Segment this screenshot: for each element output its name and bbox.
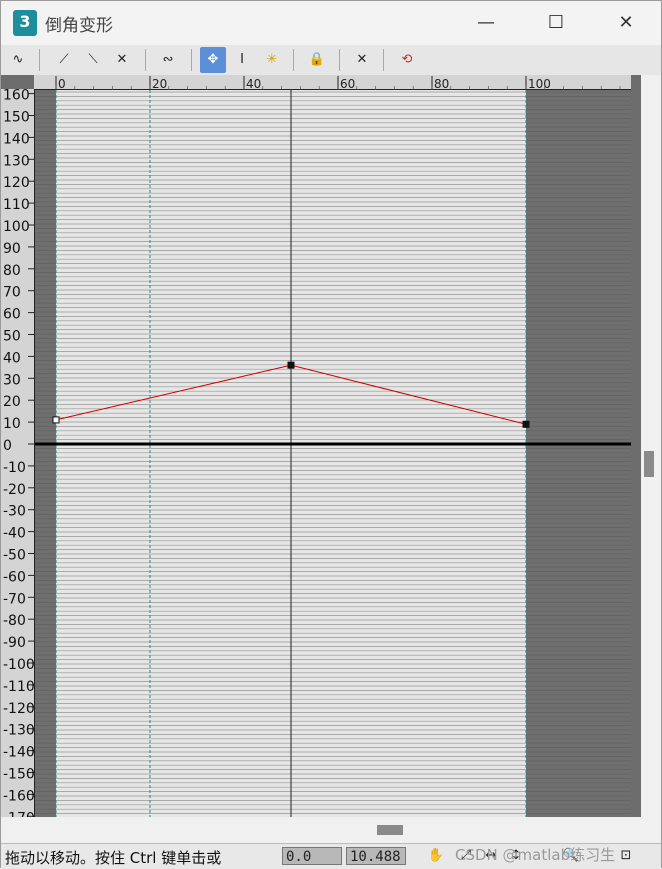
y-tick-label: 40 bbox=[3, 350, 21, 366]
y-tick-label: 80 bbox=[3, 263, 21, 279]
x-tick-label: 0 bbox=[58, 77, 66, 90]
y-tick-label: -130 bbox=[3, 723, 34, 739]
toolbar-divider bbox=[383, 49, 384, 71]
toolbar: ∿ ⟋ ⟍ ✕ ∾ ✥ I ✳ 🔒 ✕ ⟲ bbox=[1, 45, 661, 76]
x-tick-label: 80 bbox=[434, 77, 449, 90]
zoom-region-icon[interactable]: ⊡ bbox=[616, 847, 636, 865]
y-tick-label: -110 bbox=[3, 679, 34, 695]
y-tick-label: -120 bbox=[3, 701, 34, 717]
y-tick-label: 110 bbox=[3, 197, 30, 213]
y-tick-label: -20 bbox=[3, 482, 26, 498]
y-tick-label: 30 bbox=[3, 372, 21, 388]
control-point[interactable] bbox=[522, 420, 530, 428]
linear-curve-icon[interactable]: ⟋ bbox=[51, 47, 77, 73]
y-tick-label: 130 bbox=[3, 153, 30, 169]
minimize-button[interactable]: — bbox=[463, 7, 509, 39]
control-point[interactable] bbox=[52, 416, 60, 424]
y-tick-label: -90 bbox=[3, 635, 26, 651]
x-value-field[interactable]: 0.0 bbox=[282, 847, 342, 865]
y-tick-label: -70 bbox=[3, 591, 26, 607]
y-tick-label: -150 bbox=[3, 767, 34, 783]
y-tick-label: 100 bbox=[3, 219, 30, 235]
y-tick-label: -40 bbox=[3, 526, 26, 542]
vertical-scroll-thumb[interactable] bbox=[644, 451, 654, 477]
toolbar-divider bbox=[293, 49, 294, 71]
title-bar: 3 倒角变形 — ☐ ✕ bbox=[1, 1, 661, 45]
insert-corner-point-icon[interactable]: ✳ bbox=[259, 47, 285, 73]
y-tick-label: -10 bbox=[3, 460, 26, 476]
y-tick-label: 50 bbox=[3, 329, 21, 345]
toolbar-divider bbox=[39, 49, 40, 71]
y-tick-label: -100 bbox=[3, 657, 34, 673]
status-message: 拖动以移动。按住 Ctrl 键单击或 bbox=[5, 849, 222, 867]
bevel-deformation-window: 3 倒角变形 — ☐ ✕ ∿ ⟋ ⟍ ✕ ∾ ✥ I ✳ 🔒 ✕ ⟲ 0 20 40… bbox=[0, 0, 662, 869]
vertical-ruler-ticks: 1601501401301201101009080706050403020100… bbox=[3, 89, 34, 817]
toolbar-divider bbox=[145, 49, 146, 71]
decay-curve-icon[interactable]: ⟍ bbox=[80, 47, 106, 73]
curve-plot-area[interactable] bbox=[35, 90, 631, 817]
pan-icon[interactable]: ✋ bbox=[426, 847, 446, 865]
y-tick-label: 160 bbox=[3, 89, 30, 104]
control-point[interactable] bbox=[287, 361, 295, 369]
y-tick-label: 90 bbox=[3, 241, 21, 257]
y-tick-label: 150 bbox=[3, 110, 30, 126]
csdn-watermark: CSDN @matlab练习生 bbox=[455, 846, 616, 864]
move-control-point-icon[interactable]: ✥ bbox=[200, 47, 226, 73]
y-tick-label: 140 bbox=[3, 131, 30, 147]
delete-control-point-icon[interactable]: ✕ bbox=[349, 47, 375, 73]
y-tick-label: 70 bbox=[3, 285, 21, 301]
x-tick-label: 40 bbox=[246, 77, 261, 90]
y-tick-label: -30 bbox=[3, 504, 26, 520]
horizontal-ruler: 0 20 40 60 80 100 bbox=[34, 75, 631, 91]
scale-curve-icon[interactable]: ∿ bbox=[5, 47, 31, 73]
vertical-ruler: 160 150 140 130 120 110 100 90 80 70 60 50 40 30 20 10 0… bbox=[1, 89, 35, 817]
wave-curve-icon[interactable]: ∾ bbox=[155, 47, 181, 73]
y-tick-label: 60 bbox=[3, 307, 21, 323]
horizontal-scrollbar[interactable] bbox=[1, 817, 641, 843]
reset-curve-icon[interactable]: ⟲ bbox=[394, 47, 420, 73]
y-tick-label: -160 bbox=[3, 788, 34, 804]
vertical-scrollbar[interactable] bbox=[641, 75, 661, 817]
close-button[interactable]: ✕ bbox=[603, 7, 649, 39]
y-tick-label: -50 bbox=[3, 548, 26, 564]
y-tick-label: 20 bbox=[3, 394, 21, 410]
y-tick-label: -80 bbox=[3, 613, 26, 629]
y-tick-label: 0 bbox=[3, 438, 12, 454]
maximize-button[interactable]: ☐ bbox=[533, 7, 579, 39]
curve-editor[interactable]: 0 20 40 60 80 100 160 150 140 130 120 110 100 90 80 70… bbox=[1, 75, 641, 817]
x-tick-label: 100 bbox=[528, 77, 551, 90]
lock-icon[interactable]: 🔒 bbox=[304, 47, 330, 73]
y-tick-label: 10 bbox=[3, 416, 21, 432]
cross-curve-icon[interactable]: ✕ bbox=[109, 47, 135, 73]
status-bar: 拖动以移动。按住 Ctrl 键单击或 0.0 10.488 ✋ ⤢ ↔ ↕ 🔍 … bbox=[1, 843, 661, 869]
y-tick-label: -170 bbox=[3, 810, 34, 817]
window-title: 倒角变形 bbox=[45, 16, 113, 36]
y-tick-label: -140 bbox=[3, 745, 34, 761]
horizontal-scroll-thumb[interactable] bbox=[377, 825, 403, 835]
y-tick-label: -60 bbox=[3, 569, 26, 585]
app-icon: 3 bbox=[13, 10, 37, 36]
scale-control-point-icon[interactable]: I bbox=[229, 47, 255, 73]
x-tick-label: 20 bbox=[152, 77, 167, 90]
toolbar-divider bbox=[191, 49, 192, 71]
toolbar-divider bbox=[339, 49, 340, 71]
horizontal-ruler-ticks: 0 20 40 60 80 100 bbox=[55, 76, 621, 91]
curve-graph[interactable] bbox=[35, 90, 631, 817]
x-tick-label: 60 bbox=[340, 77, 355, 90]
y-tick-label: 120 bbox=[3, 175, 30, 191]
y-value-field[interactable]: 10.488 bbox=[346, 847, 406, 865]
